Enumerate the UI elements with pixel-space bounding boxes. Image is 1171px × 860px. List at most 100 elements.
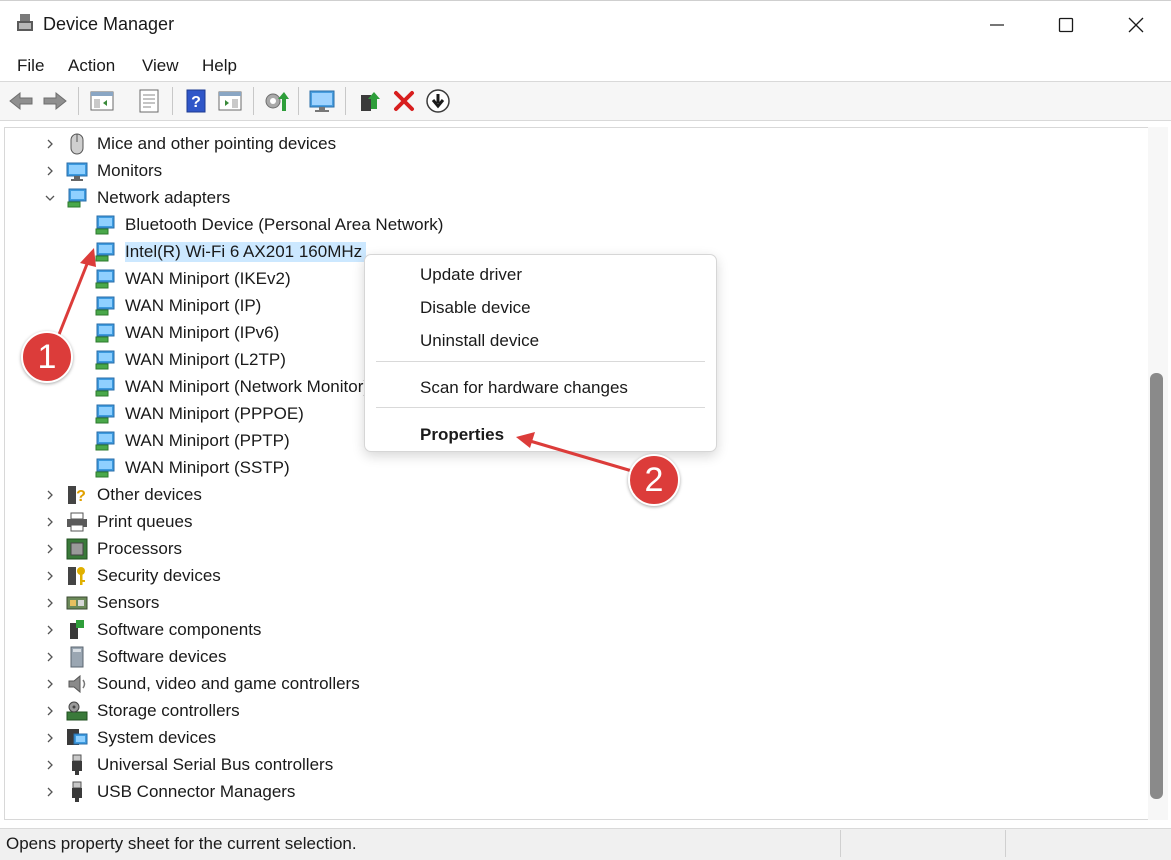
tree-category-label: Sensors	[97, 593, 160, 612]
sensor-icon	[66, 596, 88, 610]
tree-device-wan-ip[interactable]: WAN Miniport (IP)	[94, 294, 261, 318]
menu-item-uninstall-device[interactable]: Uninstall device	[420, 331, 539, 351]
tree-device-wan-sstp[interactable]: WAN Miniport (SSTP)	[94, 456, 290, 480]
forward-button[interactable]	[42, 88, 68, 114]
tree-device-wan-ipv6[interactable]: WAN Miniport (IPv6)	[94, 321, 279, 345]
uninstall-button[interactable]	[391, 88, 417, 114]
tree-category-label: Universal Serial Bus controllers	[97, 755, 334, 774]
menu-item-scan-hardware[interactable]: Scan for hardware changes	[420, 378, 628, 398]
tree-category-usb-controllers[interactable]: Universal Serial Bus controllers	[66, 753, 333, 777]
tree-category-label: Print queues	[97, 512, 193, 531]
chevron-right-icon[interactable]	[44, 138, 56, 150]
tree-category-sensors[interactable]: Sensors	[66, 591, 159, 615]
tree-device-bluetooth-pan[interactable]: Bluetooth Device (Personal Area Network)	[94, 213, 443, 237]
tree-category-label: Sound, video and game controllers	[97, 674, 360, 693]
tree-category-mice[interactable]: Mice and other pointing devices	[66, 132, 336, 156]
chevron-right-icon[interactable]	[44, 597, 56, 609]
toolbar-separator	[172, 87, 173, 115]
chevron-right-icon[interactable]	[44, 516, 56, 528]
tree-category-print-queues[interactable]: Print queues	[66, 510, 192, 534]
other-devices-icon: ?	[68, 486, 86, 505]
tree-category-processors[interactable]: Processors	[66, 537, 182, 561]
menu-view[interactable]: View	[142, 56, 179, 76]
toolbar-separator	[298, 87, 299, 115]
menu-item-disable-device[interactable]: Disable device	[420, 298, 531, 318]
svg-text:?: ?	[191, 94, 201, 111]
tree-category-label: Monitors	[97, 161, 163, 180]
chevron-right-icon[interactable]	[44, 165, 56, 177]
tree-device-wan-l2tp[interactable]: WAN Miniport (L2TP)	[94, 348, 286, 372]
network-adapter-icon	[67, 188, 87, 208]
show-hide-tree-icon	[90, 91, 114, 111]
tree-category-storage-controllers[interactable]: Storage controllers	[66, 699, 240, 723]
menu-item-update-driver[interactable]: Update driver	[420, 265, 522, 285]
status-divider	[840, 830, 841, 857]
step-1-badge: 1	[21, 331, 73, 383]
back-button[interactable]	[8, 88, 34, 114]
tree-device-wan-pptp[interactable]: WAN Miniport (PPTP)	[94, 429, 290, 453]
enable-device-button[interactable]	[358, 88, 384, 114]
tree-device-wan-pppoe[interactable]: WAN Miniport (PPPOE)	[94, 402, 304, 426]
toolbar-separator	[253, 87, 254, 115]
tree-category-other-devices[interactable]: ? Other devices	[66, 483, 202, 507]
chevron-right-icon[interactable]	[44, 786, 56, 798]
network-adapter-icon	[95, 323, 115, 343]
menu-item-properties[interactable]: Properties	[420, 425, 504, 445]
toolbar-bottom-separator	[0, 120, 1171, 121]
tree-category-software-components[interactable]: Software components	[66, 618, 261, 642]
close-button[interactable]	[1101, 1, 1171, 49]
tree-category-security-devices[interactable]: Security devices	[66, 564, 221, 588]
maximize-icon	[1058, 17, 1074, 33]
maximize-button[interactable]	[1031, 1, 1101, 49]
tree-device-wan-network-monitor[interactable]: WAN Miniport (Network Monitor)	[94, 375, 369, 399]
update-driver-button[interactable]	[263, 88, 289, 114]
scrollbar-thumb[interactable]	[1150, 373, 1163, 799]
chevron-right-icon[interactable]	[44, 651, 56, 663]
window-title: Device Manager	[43, 14, 175, 34]
menu-file[interactable]: File	[17, 56, 44, 76]
tree-device-label: Bluetooth Device (Personal Area Network)	[125, 215, 444, 234]
chevron-right-icon[interactable]	[44, 759, 56, 771]
tree-category-network-adapters[interactable]: Network adapters	[66, 186, 230, 210]
svg-text:?: ?	[76, 488, 86, 505]
toolbar-separator	[78, 87, 79, 115]
tree-category-label: USB Connector Managers	[97, 782, 296, 801]
tree-device-intel-wifi[interactable]: Intel(R) Wi-Fi 6 AX201 160MHz	[94, 240, 367, 264]
device-manager-window: Device Manager File Action View Help ? M…	[0, 0, 1171, 860]
uninstall-icon	[394, 91, 414, 111]
chevron-right-icon[interactable]	[44, 678, 56, 690]
tree-category-sound-video-game[interactable]: Sound, video and game controllers	[66, 672, 360, 696]
menu-help[interactable]: Help	[202, 56, 237, 76]
network-adapter-icon	[95, 242, 115, 262]
chevron-right-icon[interactable]	[44, 705, 56, 717]
network-adapter-icon	[95, 377, 115, 397]
show-hide-tree-button[interactable]	[89, 88, 115, 114]
chevron-down-icon[interactable]	[44, 192, 56, 204]
chevron-right-icon[interactable]	[44, 732, 56, 744]
software-device-icon	[70, 646, 84, 668]
help-button[interactable]: ?	[183, 88, 209, 114]
minimize-icon	[990, 24, 1004, 26]
network-adapter-icon	[95, 269, 115, 289]
download-button[interactable]	[425, 88, 451, 114]
network-adapter-icon	[95, 215, 115, 235]
tree-category-software-devices[interactable]: Software devices	[66, 645, 226, 669]
tree-category-usb-connector-managers[interactable]: USB Connector Managers	[66, 780, 295, 804]
chevron-right-icon[interactable]	[44, 624, 56, 636]
menu-action[interactable]: Action	[68, 56, 115, 76]
chevron-right-icon[interactable]	[44, 570, 56, 582]
status-text: Opens property sheet for the current sel…	[6, 834, 357, 853]
back-icon	[9, 91, 33, 111]
tree-category-system-devices[interactable]: System devices	[66, 726, 216, 750]
network-adapter-icon	[95, 296, 115, 316]
network-adapter-icon	[95, 458, 115, 478]
tree-category-monitors[interactable]: Monitors	[66, 159, 162, 183]
properties-button[interactable]	[136, 88, 162, 114]
tree-device-wan-ikev2[interactable]: WAN Miniport (IKEv2)	[94, 267, 291, 291]
chevron-right-icon[interactable]	[44, 489, 56, 501]
scan-hardware-button[interactable]	[309, 88, 335, 114]
minimize-button[interactable]	[962, 1, 1032, 49]
update-driver-icon	[265, 92, 289, 111]
chevron-right-icon[interactable]	[44, 543, 56, 555]
action-pane-button[interactable]	[217, 88, 243, 114]
